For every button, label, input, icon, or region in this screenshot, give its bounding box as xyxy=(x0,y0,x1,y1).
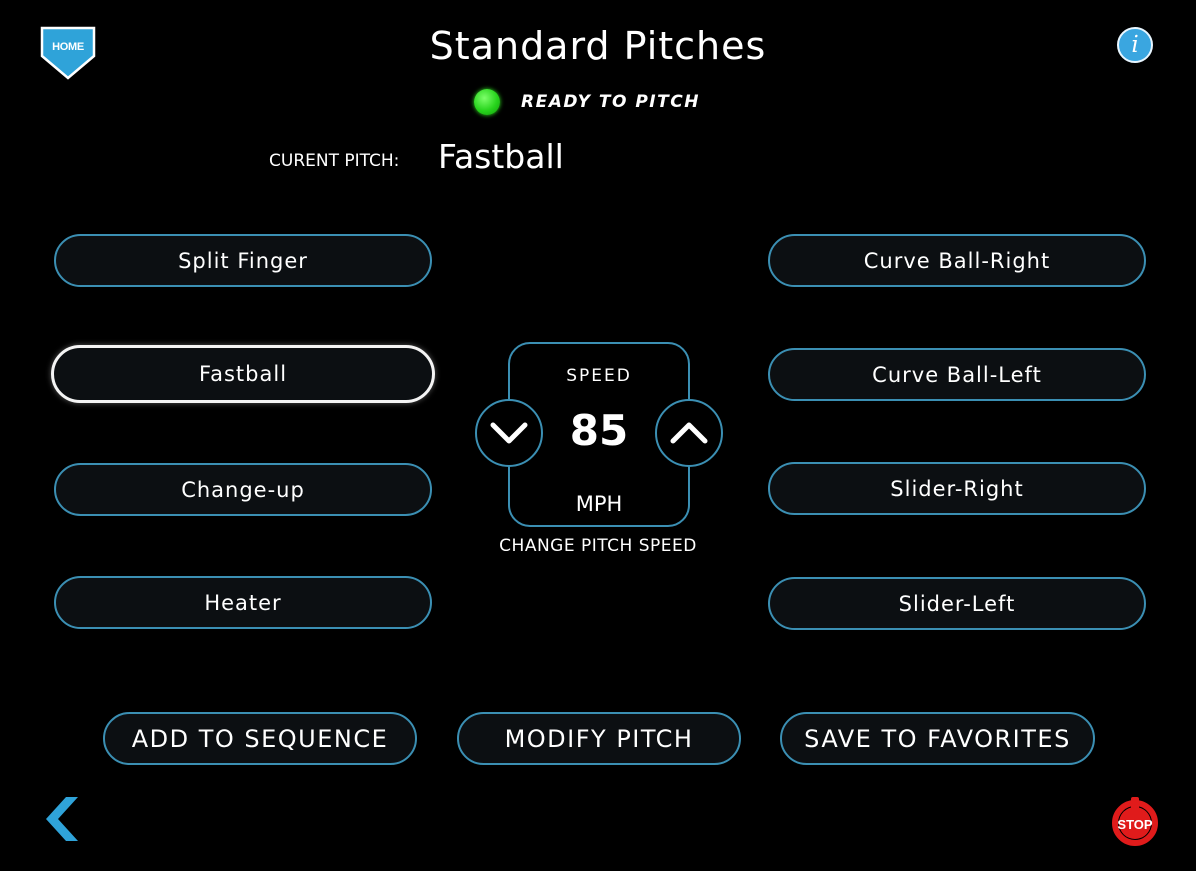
save-to-favorites-button[interactable]: SAVE TO FAVORITES xyxy=(780,712,1095,765)
chevron-up-icon xyxy=(670,422,708,444)
speed-label: SPEED xyxy=(566,366,632,386)
status-light-icon xyxy=(474,89,500,115)
pitch-button-change-up[interactable]: Change-up xyxy=(54,463,432,516)
speed-decrease-button[interactable] xyxy=(475,399,543,467)
modify-pitch-button[interactable]: MODIFY PITCH xyxy=(457,712,741,765)
speed-unit: MPH xyxy=(575,492,623,516)
pitch-button-heater[interactable]: Heater xyxy=(54,576,432,629)
pitch-button-split-finger[interactable]: Split Finger xyxy=(54,234,432,287)
info-icon: i xyxy=(1131,32,1139,58)
standard-pitches-screen: HOME Standard Pitches i READY TO PITCH C… xyxy=(0,0,1196,871)
stop-button[interactable]: STOP xyxy=(1110,796,1160,846)
current-pitch-label: CURENT PITCH: xyxy=(269,151,400,171)
pitch-button-slider-right[interactable]: Slider-Right xyxy=(768,462,1146,515)
status-indicator: READY TO PITCH xyxy=(474,88,700,116)
pitch-button-fastball[interactable]: Fastball xyxy=(51,345,435,403)
page-title: Standard Pitches xyxy=(429,24,767,68)
stop-label: STOP xyxy=(1117,817,1153,832)
chevron-down-icon xyxy=(490,422,528,444)
pitch-button-curve-ball-left[interactable]: Curve Ball-Left xyxy=(768,348,1146,401)
speed-increase-button[interactable] xyxy=(655,399,723,467)
info-button[interactable]: i xyxy=(1117,27,1153,63)
pitch-button-slider-left[interactable]: Slider-Left xyxy=(768,577,1146,630)
add-to-sequence-button[interactable]: ADD TO SEQUENCE xyxy=(103,712,417,765)
current-pitch-value: Fastball xyxy=(438,137,564,176)
chevron-left-icon xyxy=(46,797,78,841)
back-button[interactable] xyxy=(40,795,84,843)
status-text: READY TO PITCH xyxy=(521,92,700,112)
speed-caption: CHANGE PITCH SPEED xyxy=(499,536,697,556)
pitch-button-curve-ball-right[interactable]: Curve Ball-Right xyxy=(768,234,1146,287)
